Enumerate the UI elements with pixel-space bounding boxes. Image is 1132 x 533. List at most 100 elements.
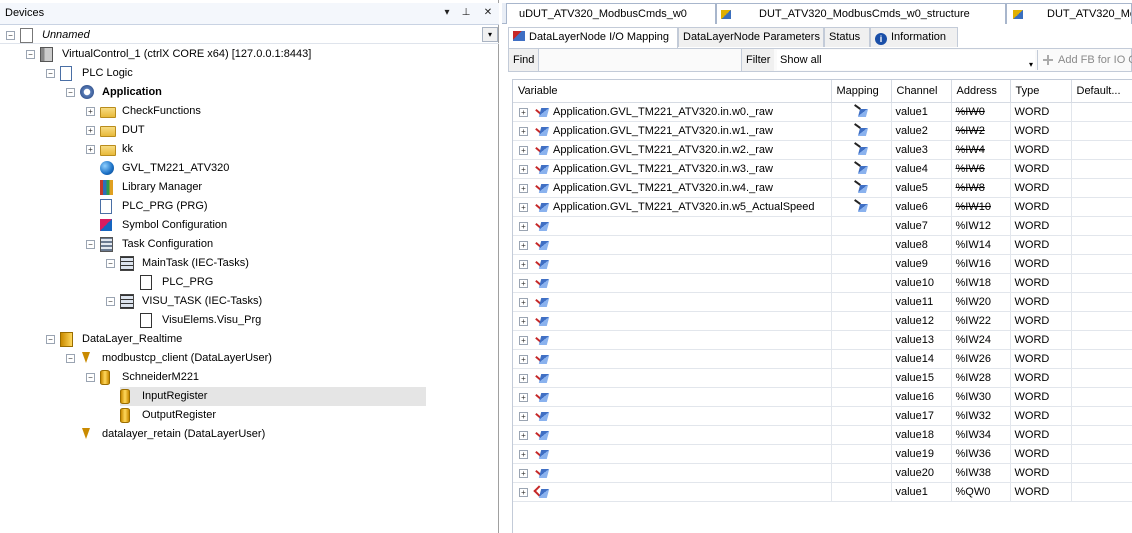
expand-icon[interactable]: + bbox=[519, 392, 528, 402]
add-fb-button[interactable]: Add FB for IO Channel... bbox=[1037, 50, 1132, 70]
tab-io-mapping[interactable]: DataLayerNode I/O Mapping bbox=[508, 27, 678, 48]
tree-item[interactable]: + CheckFunctions bbox=[0, 102, 480, 121]
default-value-cell[interactable] bbox=[1071, 159, 1132, 179]
default-value-cell[interactable] bbox=[1071, 121, 1132, 141]
variable-cell[interactable]: + bbox=[513, 368, 832, 388]
expand-icon[interactable]: + bbox=[86, 107, 95, 116]
panel-menu-icon[interactable]: ▾ bbox=[441, 7, 453, 19]
tree-item[interactable]: InputRegister bbox=[120, 387, 426, 406]
find-button[interactable]: Find bbox=[509, 49, 539, 71]
tree-item[interactable]: − VirtualControl_1 (ctrlX CORE x64) [127.… bbox=[0, 45, 480, 64]
tree-item[interactable]: − MainTask (IEC-Tasks) bbox=[0, 254, 480, 273]
collapse-icon[interactable]: − bbox=[26, 50, 35, 59]
table-row[interactable]: + value14 %IW26 WORD bbox=[513, 349, 1132, 369]
default-value-cell[interactable] bbox=[1071, 406, 1132, 426]
table-row[interactable]: + value19 %IW36 WORD bbox=[513, 444, 1132, 464]
expand-icon[interactable]: + bbox=[86, 145, 95, 154]
variable-cell[interactable]: + Application.GVL_TM221_ATV320.in.w5_Actu… bbox=[513, 197, 832, 217]
column-header-mapping[interactable]: Mapping bbox=[831, 80, 892, 103]
table-row[interactable]: + value18 %IW34 WORD bbox=[513, 425, 1132, 445]
variable-cell[interactable]: + bbox=[513, 387, 832, 407]
column-header-address[interactable]: Address bbox=[951, 80, 1011, 103]
default-value-cell[interactable] bbox=[1071, 425, 1132, 445]
default-value-cell[interactable] bbox=[1071, 482, 1132, 502]
collapse-icon[interactable]: − bbox=[106, 297, 115, 306]
collapse-icon[interactable]: − bbox=[66, 354, 75, 363]
tree-item[interactable]: Library Manager bbox=[0, 178, 480, 197]
default-value-cell[interactable] bbox=[1071, 387, 1132, 407]
variable-cell[interactable]: + bbox=[513, 330, 832, 350]
default-value-cell[interactable] bbox=[1071, 216, 1132, 236]
table-row[interactable]: + value17 %IW32 WORD bbox=[513, 406, 1132, 426]
default-value-cell[interactable] bbox=[1071, 140, 1132, 160]
tree-item[interactable]: Symbol Configuration bbox=[0, 216, 480, 235]
tree-item[interactable]: − Unnamed bbox=[0, 26, 480, 45]
table-row[interactable]: + Application.GVL_TM221_ATV320.in.w0._raw… bbox=[513, 102, 1132, 122]
tree-item[interactable]: + kk bbox=[0, 140, 480, 159]
default-value-cell[interactable] bbox=[1071, 463, 1132, 483]
expand-icon[interactable]: + bbox=[519, 430, 528, 440]
collapse-icon[interactable]: − bbox=[86, 240, 95, 249]
collapse-icon[interactable]: − bbox=[6, 31, 15, 40]
column-header-default[interactable]: Default... bbox=[1071, 80, 1132, 103]
close-icon[interactable]: ✕ bbox=[482, 7, 494, 19]
column-header-variable[interactable]: Variable bbox=[513, 80, 832, 103]
expand-icon[interactable]: + bbox=[519, 221, 528, 231]
table-row[interactable]: + value12 %IW22 WORD bbox=[513, 311, 1132, 331]
variable-cell[interactable]: + bbox=[513, 216, 832, 236]
default-value-cell[interactable] bbox=[1071, 311, 1132, 331]
default-value-cell[interactable] bbox=[1071, 349, 1132, 369]
expand-icon[interactable]: + bbox=[519, 487, 528, 497]
expand-icon[interactable]: + bbox=[519, 468, 528, 478]
expand-icon[interactable]: + bbox=[519, 202, 528, 212]
table-row[interactable]: + value10 %IW18 WORD bbox=[513, 273, 1132, 293]
table-row[interactable]: + Application.GVL_TM221_ATV320.in.w1._raw… bbox=[513, 121, 1132, 141]
default-value-cell[interactable] bbox=[1071, 197, 1132, 217]
collapse-icon[interactable]: − bbox=[66, 88, 75, 97]
expand-icon[interactable]: + bbox=[519, 107, 528, 117]
filter-dropdown[interactable]: Show all ▾ bbox=[777, 50, 1035, 70]
variable-cell[interactable]: + Application.GVL_TM221_ATV320.in.w1._raw bbox=[513, 121, 832, 141]
tree-item[interactable]: − DataLayer_Realtime bbox=[0, 330, 480, 349]
doc-tab-udut[interactable]: uDUT_ATV320_ModbusCmds_w0 bbox=[506, 3, 716, 24]
tree-item[interactable]: OutputRegister bbox=[0, 406, 480, 425]
table-row[interactable]: + value9 %IW16 WORD bbox=[513, 254, 1132, 274]
doc-tab-dut-structure-2[interactable]: DUT_ATV320_ModbusCmds_w0_structure bbox=[1006, 3, 1132, 24]
table-row[interactable]: + Application.GVL_TM221_ATV320.in.w4._raw… bbox=[513, 178, 1132, 198]
tree-item[interactable]: − Application bbox=[0, 83, 480, 102]
expand-icon[interactable]: + bbox=[519, 316, 528, 326]
table-row[interactable]: + value8 %IW14 WORD bbox=[513, 235, 1132, 255]
collapse-icon[interactable]: − bbox=[46, 335, 55, 344]
tree-item[interactable]: − SchneiderM221 bbox=[0, 368, 480, 387]
variable-cell[interactable]: + Application.GVL_TM221_ATV320.in.w0._raw bbox=[513, 102, 832, 122]
variable-cell[interactable]: + bbox=[513, 482, 832, 502]
variable-cell[interactable]: + bbox=[513, 444, 832, 464]
tree-item[interactable]: PLC_PRG (PRG) bbox=[0, 197, 480, 216]
expand-icon[interactable]: + bbox=[519, 259, 528, 269]
table-row[interactable]: + value13 %IW24 WORD bbox=[513, 330, 1132, 350]
chevron-down-icon[interactable]: ▾ bbox=[482, 27, 498, 42]
tree-item[interactable]: − Task Configuration bbox=[0, 235, 480, 254]
variable-cell[interactable]: + bbox=[513, 235, 832, 255]
expand-icon[interactable]: + bbox=[519, 278, 528, 288]
expand-icon[interactable]: + bbox=[519, 411, 528, 421]
variable-cell[interactable]: + bbox=[513, 425, 832, 445]
table-row[interactable]: + value7 %IW12 WORD bbox=[513, 216, 1132, 236]
tree-item[interactable]: PLC_PRG bbox=[0, 273, 480, 292]
default-value-cell[interactable] bbox=[1071, 330, 1132, 350]
expand-icon[interactable]: + bbox=[519, 164, 528, 174]
default-value-cell[interactable] bbox=[1071, 235, 1132, 255]
default-value-cell[interactable] bbox=[1071, 102, 1132, 122]
tree-item[interactable]: − VISU_TASK (IEC-Tasks) bbox=[0, 292, 480, 311]
tree-item[interactable]: VisuElems.Visu_Prg bbox=[0, 311, 480, 330]
doc-tab-dut-structure[interactable]: DUT_ATV320_ModbusCmds_w0_structure bbox=[716, 3, 1006, 24]
variable-cell[interactable]: + bbox=[513, 254, 832, 274]
expand-icon[interactable]: + bbox=[519, 335, 528, 345]
variable-cell[interactable]: + bbox=[513, 406, 832, 426]
expand-icon[interactable]: + bbox=[519, 240, 528, 250]
tab-information[interactable]: i Information bbox=[870, 27, 958, 47]
tree-item[interactable]: + DUT bbox=[0, 121, 480, 140]
variable-cell[interactable]: + bbox=[513, 292, 832, 312]
tree-item[interactable]: datalayer_retain (DataLayerUser) bbox=[0, 425, 480, 444]
expand-icon[interactable]: + bbox=[519, 126, 528, 136]
